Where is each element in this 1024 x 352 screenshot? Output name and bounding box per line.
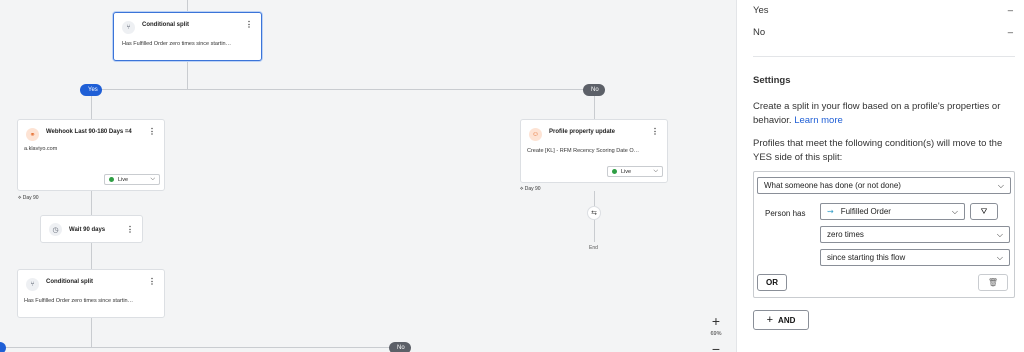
connector-line bbox=[187, 61, 188, 89]
and-label: AND bbox=[778, 315, 796, 325]
webhook-icon: ⚭ bbox=[26, 128, 39, 141]
or-button[interactable]: OR bbox=[757, 274, 787, 291]
day-label-right: ⟡ Day 90 bbox=[520, 186, 541, 192]
card-title: Wait 90 days bbox=[69, 226, 106, 233]
card-subtitle: Has Fulfilled Order zero times since sta… bbox=[122, 41, 232, 47]
settings-panel: Yes – No – Settings Create a split in yo… bbox=[736, 0, 1024, 352]
branch-label: No bbox=[753, 27, 766, 38]
more-options-icon[interactable]: ⋮ bbox=[651, 128, 659, 136]
status-label: Live bbox=[118, 176, 129, 183]
more-options-icon[interactable]: ⋮ bbox=[126, 225, 134, 234]
select-value: since starting this flow bbox=[827, 253, 906, 262]
chevron-down-icon: ⌵ bbox=[951, 206, 958, 216]
card-subtitle: Has Fulfilled Order zero times since sta… bbox=[24, 298, 134, 304]
status-select[interactable]: Live ⌵ bbox=[104, 174, 160, 185]
more-options-icon[interactable]: ⋮ bbox=[148, 128, 156, 136]
condition-intro: Profiles that meet the following conditi… bbox=[753, 138, 1003, 163]
person-icon: ☺ bbox=[529, 128, 542, 141]
learn-more-link[interactable]: Learn more bbox=[794, 115, 843, 126]
settings-heading: Settings bbox=[753, 75, 791, 86]
card-title: Webhook Last 90-180 Days =4 bbox=[46, 129, 132, 135]
filter-button[interactable]: ⛛ bbox=[970, 203, 998, 220]
chevron-down-icon: ⌵ bbox=[996, 229, 1003, 239]
select-value: zero times bbox=[827, 230, 864, 239]
webhook-card[interactable]: ⚭ Webhook Last 90-180 Days =4 ⋮ a.klaviy… bbox=[17, 119, 165, 191]
add-and-button[interactable]: + AND bbox=[753, 310, 809, 330]
chevron-down-icon: ⌵ bbox=[150, 176, 155, 182]
profile-property-update-card[interactable]: ☺ Profile property update ⋮ Create [KL] … bbox=[520, 119, 668, 183]
live-status-dot bbox=[109, 177, 114, 182]
connector-line bbox=[91, 191, 92, 215]
connector-line bbox=[594, 220, 595, 242]
person-has-label: Person has bbox=[765, 209, 806, 218]
select-value: What someone has done (or not done) bbox=[764, 181, 901, 190]
settings-description: Create a split in your flow based on a p… bbox=[753, 101, 1001, 126]
timeframe-select[interactable]: since starting this flow ⌵ bbox=[820, 249, 1010, 266]
split-icon: ⑂ bbox=[26, 278, 39, 291]
no-branch-pill: No bbox=[583, 84, 605, 96]
end-label: End bbox=[589, 245, 598, 251]
clock-icon: ◷ bbox=[49, 223, 62, 236]
day-label-left: ⟡ Day 90 bbox=[18, 195, 39, 201]
no-branch-pill-bottom: No bbox=[389, 342, 411, 352]
zoom-level: 69% bbox=[710, 331, 722, 337]
connector-line bbox=[187, 0, 188, 12]
branch-label: Yes bbox=[753, 5, 769, 16]
zoom-out-button[interactable]: − bbox=[704, 342, 728, 352]
wait-card[interactable]: ◷ Wait 90 days ⋮ bbox=[40, 215, 143, 243]
card-subtitle: Create [KL] - RFM Recency Scoring Date O… bbox=[527, 148, 640, 154]
zoom-in-button[interactable]: + bbox=[704, 314, 728, 328]
chevron-down-icon: ⌵ bbox=[996, 252, 1003, 262]
filter-icon: ⛛ bbox=[980, 206, 988, 216]
status-select[interactable]: Live ⌵ bbox=[607, 166, 663, 177]
yes-branch-pill: Yes bbox=[80, 84, 102, 96]
conditional-split-card-top[interactable]: ⑂ Conditional split ⋮ Has Fulfilled Orde… bbox=[113, 12, 262, 61]
chevron-down-icon: ⌵ bbox=[653, 168, 658, 174]
card-title: Profile property update bbox=[549, 129, 616, 135]
exit-node-icon[interactable]: ⇆ bbox=[587, 206, 601, 220]
frequency-select[interactable]: zero times ⌵ bbox=[820, 226, 1010, 243]
split-icon: ⑂ bbox=[122, 21, 135, 34]
trash-icon: 🗑 bbox=[987, 278, 999, 287]
connector-line bbox=[91, 318, 92, 348]
branch-value: – bbox=[1007, 27, 1013, 38]
connector-line bbox=[594, 191, 595, 206]
connector-line bbox=[0, 347, 400, 348]
connector-line bbox=[91, 89, 594, 90]
divider bbox=[753, 56, 1015, 57]
branch-value: – bbox=[1007, 5, 1013, 16]
metric-icon: ⇝ bbox=[827, 207, 834, 216]
select-value: Fulfilled Order bbox=[840, 207, 891, 216]
live-status-dot bbox=[612, 169, 617, 174]
delete-button[interactable]: 🗑 bbox=[978, 274, 1008, 291]
card-title: Conditional split bbox=[46, 279, 93, 285]
conditional-split-card-bottom[interactable]: ⑂ Conditional split ⋮ Has Fulfilled Orde… bbox=[17, 269, 165, 318]
connector-line bbox=[91, 243, 92, 269]
yes-branch-pill-bottom bbox=[0, 342, 6, 352]
plus-icon: + bbox=[766, 314, 774, 326]
metric-select[interactable]: ⇝ Fulfilled Order ⌵ bbox=[820, 203, 965, 220]
branch-row-no[interactable]: No – bbox=[753, 27, 1013, 38]
branch-row-yes[interactable]: Yes – bbox=[753, 5, 1013, 16]
flow-canvas[interactable]: ⑂ Conditional split ⋮ Has Fulfilled Orde… bbox=[0, 0, 736, 352]
condition-type-select[interactable]: What someone has done (or not done) ⌵ bbox=[757, 177, 1011, 194]
condition-group: What someone has done (or not done) ⌵ Pe… bbox=[753, 171, 1015, 298]
card-subtitle: a.klaviyo.com bbox=[24, 146, 58, 152]
card-title: Conditional split bbox=[142, 22, 189, 28]
chevron-down-icon: ⌵ bbox=[997, 180, 1004, 190]
status-label: Live bbox=[621, 168, 632, 175]
more-options-icon[interactable]: ⋮ bbox=[245, 21, 253, 29]
more-options-icon[interactable]: ⋮ bbox=[148, 278, 156, 286]
